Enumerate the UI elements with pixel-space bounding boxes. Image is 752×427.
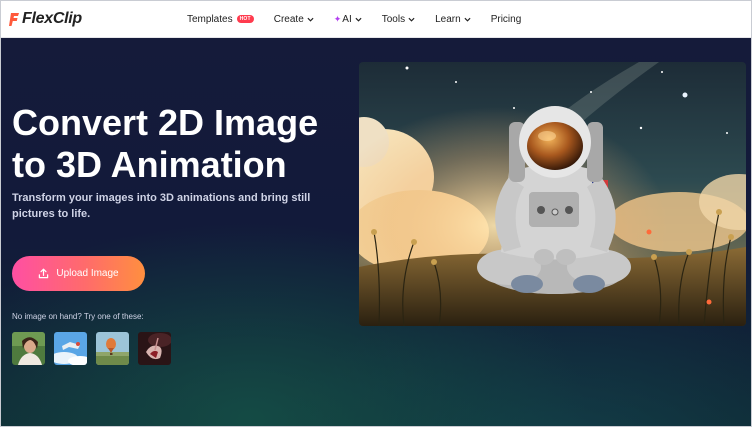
sample-thumb-hot-air-balloon[interactable] bbox=[96, 332, 129, 365]
woman-portrait-image bbox=[12, 332, 45, 365]
sample-images-list bbox=[12, 332, 180, 365]
upload-icon bbox=[39, 268, 49, 279]
nav-item-tools[interactable]: Tools bbox=[382, 14, 415, 25]
upload-button-label: Upload Image bbox=[56, 268, 119, 279]
hot-badge: HOT bbox=[236, 15, 254, 23]
flexclip-logo-icon bbox=[9, 13, 19, 26]
nav-item-label: Tools bbox=[381, 13, 406, 25]
hero-subtitle: Transform your images into 3D animations… bbox=[12, 192, 311, 220]
hot-air-balloon-image bbox=[96, 332, 129, 365]
chevron-down-icon bbox=[408, 17, 415, 22]
nav-item-create[interactable]: Create bbox=[274, 14, 314, 25]
nav-item-label: Templates bbox=[187, 13, 233, 25]
flexclip-logo[interactable]: FlexClip bbox=[9, 9, 82, 29]
chevron-down-icon bbox=[307, 17, 314, 22]
page-title: Convert 2D Image to 3D Animation bbox=[12, 102, 319, 185]
nav-item-label: AI bbox=[342, 13, 352, 25]
nav-item-learn[interactable]: Learn bbox=[435, 14, 471, 25]
sample-thumb-woman-portrait[interactable] bbox=[12, 332, 45, 365]
sample-thumb-wine-pour[interactable] bbox=[138, 332, 171, 365]
sample-images-label: No image on hand? Try one of these: bbox=[12, 312, 144, 321]
browser-frame: FlexClip Templates HOT Create ✦ AI Tools… bbox=[0, 0, 752, 427]
chevron-down-icon bbox=[355, 17, 362, 22]
nav-item-label: Learn bbox=[435, 13, 461, 25]
astronaut-hero-image bbox=[359, 62, 746, 326]
brand-name: FlexClip bbox=[22, 10, 82, 27]
nav-item-label: Pricing bbox=[490, 13, 522, 25]
nav-item-templates[interactable]: Templates HOT bbox=[187, 14, 254, 25]
sample-thumb-skydiver[interactable] bbox=[54, 332, 87, 365]
astronaut-illustration bbox=[359, 62, 746, 326]
chevron-down-icon bbox=[464, 17, 471, 22]
upload-image-button[interactable]: Upload Image bbox=[12, 256, 145, 291]
wine-pour-image bbox=[138, 332, 171, 365]
top-navigation-bar: FlexClip Templates HOT Create ✦ AI Tools… bbox=[1, 1, 751, 38]
skydiver-image bbox=[54, 332, 87, 365]
nav-item-label: Create bbox=[273, 13, 304, 25]
nav-item-pricing[interactable]: Pricing bbox=[491, 14, 522, 25]
sparkle-icon: ✦ bbox=[333, 13, 342, 24]
main-menu: Templates HOT Create ✦ AI Tools Learn Pr… bbox=[187, 1, 541, 37]
nav-item-ai[interactable]: ✦ AI bbox=[334, 14, 362, 25]
